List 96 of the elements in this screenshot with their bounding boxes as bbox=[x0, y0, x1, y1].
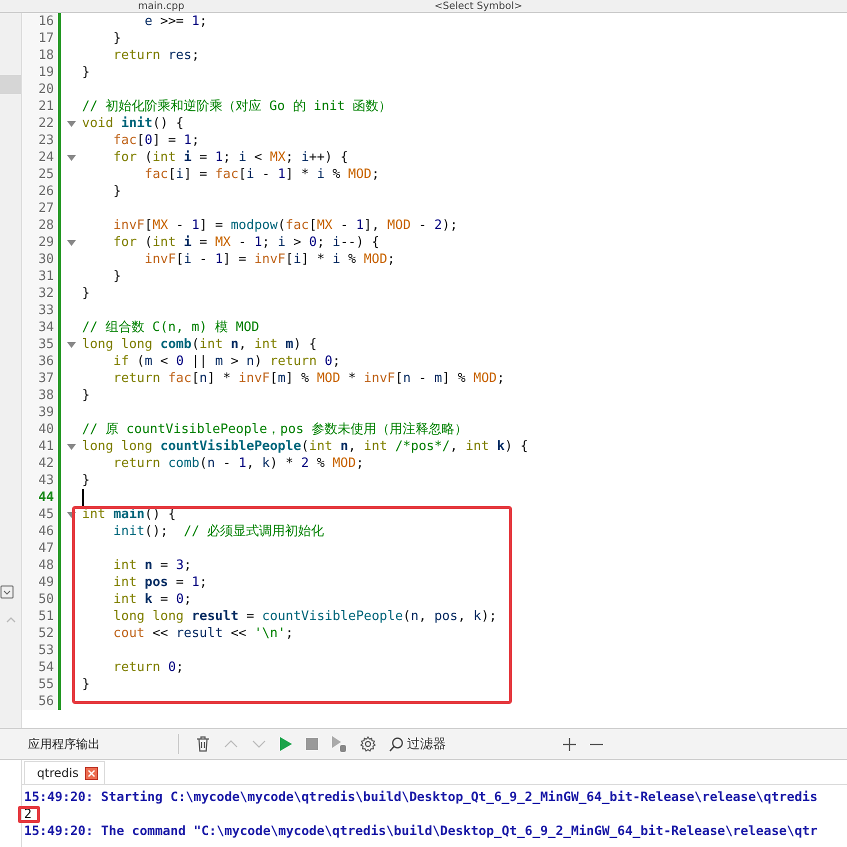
line-number: 45 bbox=[22, 506, 58, 523]
line-number: 47 bbox=[22, 540, 58, 557]
line-number: 50 bbox=[22, 591, 58, 608]
line-number: 33 bbox=[22, 302, 58, 319]
line-number: 40 bbox=[22, 421, 58, 438]
line-number: 53 bbox=[22, 642, 58, 659]
code-line: } bbox=[82, 676, 90, 693]
line-number: 43 bbox=[22, 472, 58, 489]
line-number: 48 bbox=[22, 557, 58, 574]
line-number: 20 bbox=[22, 81, 58, 98]
code-line: } bbox=[82, 387, 90, 404]
line-number: 51 bbox=[22, 608, 58, 625]
line-number: 16 bbox=[22, 13, 58, 30]
line-number: 25 bbox=[22, 166, 58, 183]
line-number: 22 bbox=[22, 115, 58, 132]
line-number: 31 bbox=[22, 268, 58, 285]
code-line: for (int i = MX - 1; i > 0; i--) { bbox=[112, 234, 380, 251]
line-number: 38 bbox=[22, 387, 58, 404]
code-line: long long countVisiblePeople(int n, int /*pos*/, int k) { bbox=[82, 438, 528, 455]
output-tab[interactable]: qtredis bbox=[24, 761, 105, 784]
fold-arrow-icon[interactable] bbox=[67, 444, 76, 450]
code-line: return comb(n - 1, k) * 2 % MOD; bbox=[112, 455, 364, 472]
code-line: } bbox=[82, 64, 90, 81]
collapse-icon[interactable] bbox=[0, 585, 14, 599]
line-number: 36 bbox=[22, 353, 58, 370]
code-line: fac[i] = fac[i - 1] * i % MOD; bbox=[144, 166, 380, 183]
fold-arrow-icon[interactable] bbox=[67, 342, 76, 348]
code-line: invF[MX - 1] = modpow(fac[MX - 1], MOD - 2); bbox=[112, 217, 458, 234]
code-line: } bbox=[112, 268, 122, 285]
line-number: 39 bbox=[22, 404, 58, 421]
highlight-frame bbox=[18, 806, 40, 823]
code-line: invF[i - 1] = invF[i] * i % MOD; bbox=[144, 251, 396, 268]
fold-arrow-icon[interactable] bbox=[67, 512, 76, 518]
line-number: 21 bbox=[22, 98, 58, 115]
code-line: e >>= 1; bbox=[144, 13, 208, 30]
debug-run-icon[interactable] bbox=[332, 736, 346, 752]
line-number: 34 bbox=[22, 319, 58, 336]
line-number: 24 bbox=[22, 149, 58, 166]
line-number: 26 bbox=[22, 183, 58, 200]
line-number: 52 bbox=[22, 625, 58, 642]
symbol-dropdown[interactable]: <Select Symbol> bbox=[434, 0, 522, 12]
line-number: 46 bbox=[22, 523, 58, 540]
code-line: long long comb(int n, int m) { bbox=[82, 336, 317, 353]
search-icon bbox=[389, 736, 404, 752]
code-line: } bbox=[82, 285, 90, 302]
code-line: return fac[n] * invF[m] % MOD * invF[n - m] % MOD; bbox=[112, 370, 505, 387]
line-number: 35 bbox=[22, 336, 58, 353]
line-number: 29 bbox=[22, 234, 58, 251]
line-number: 23 bbox=[22, 132, 58, 149]
code-line: long long result = countVisiblePeople(n, pos, k); bbox=[112, 608, 497, 625]
line-number: 32 bbox=[22, 285, 58, 302]
line-number: 18 bbox=[22, 47, 58, 64]
panel-title: 应用程序输出 bbox=[28, 736, 101, 752]
code-line: } bbox=[82, 472, 90, 489]
line-number: 54 bbox=[22, 659, 58, 676]
fold-arrow-icon[interactable] bbox=[67, 240, 76, 246]
line-number: 28 bbox=[22, 217, 58, 234]
fold-arrow-icon[interactable] bbox=[67, 154, 76, 160]
filter-field[interactable]: 过滤器 bbox=[407, 736, 547, 752]
line-number: 44 bbox=[22, 489, 58, 506]
output-line: 15:49:20: Starting C:\mycode\mycode\qtredis\build\Desktop_Qt_6_9_2_MinGW_64_bit-Release\release\qtredis bbox=[24, 790, 818, 805]
line-number: 30 bbox=[22, 251, 58, 268]
line-number: 49 bbox=[22, 574, 58, 591]
code-line: if (m < 0 || m > n) return 0; bbox=[112, 353, 340, 370]
code-line: init(); // 必须显式调用初始化 bbox=[112, 523, 324, 540]
code-line: // 原 countVisiblePeople，pos 参数未使用（用注释忽略） bbox=[82, 421, 468, 438]
line-number: 41 bbox=[22, 438, 58, 455]
code-line: int pos = 1; bbox=[112, 574, 208, 591]
code-line: void init() { bbox=[82, 115, 184, 132]
code-line: } bbox=[112, 183, 122, 200]
line-number: 56 bbox=[22, 693, 58, 710]
line-number: 17 bbox=[22, 30, 58, 47]
code-line: fac[0] = 1; bbox=[112, 132, 200, 149]
text-cursor bbox=[82, 489, 84, 506]
line-number: 37 bbox=[22, 370, 58, 387]
run-icon[interactable] bbox=[280, 737, 292, 751]
code-line: int n = 3; bbox=[112, 557, 192, 574]
trash-icon[interactable] bbox=[196, 736, 210, 752]
close-icon[interactable] bbox=[84, 766, 98, 780]
file-tab-label[interactable]: main.cpp bbox=[138, 0, 184, 12]
code-line: // 初始化阶乘和逆阶乘（对应 Go 的 init 函数） bbox=[82, 98, 392, 115]
code-line: } bbox=[112, 30, 122, 47]
code-line: for (int i = 1; i < MX; i++) { bbox=[112, 149, 348, 166]
line-number: 55 bbox=[22, 676, 58, 693]
output-line: 15:49:20: The command "C:\mycode\mycode\qtredis\build\Desktop_Qt_6_9_2_MinGW_64_bit-Release\release\qtr bbox=[24, 824, 818, 839]
code-line: return 0; bbox=[112, 659, 184, 676]
line-number: 42 bbox=[22, 455, 58, 472]
code-line: return res; bbox=[112, 47, 200, 64]
line-number: 19 bbox=[22, 64, 58, 81]
code-line: cout << result << '\n'; bbox=[112, 625, 294, 642]
plus-icon[interactable] bbox=[563, 738, 576, 750]
code-line: // 组合数 C(n, m) 模 MOD bbox=[82, 319, 260, 336]
fold-arrow-icon[interactable] bbox=[67, 120, 76, 126]
settings-icon[interactable] bbox=[360, 736, 376, 752]
line-number: 27 bbox=[22, 200, 58, 217]
code-line: int k = 0; bbox=[112, 591, 192, 608]
